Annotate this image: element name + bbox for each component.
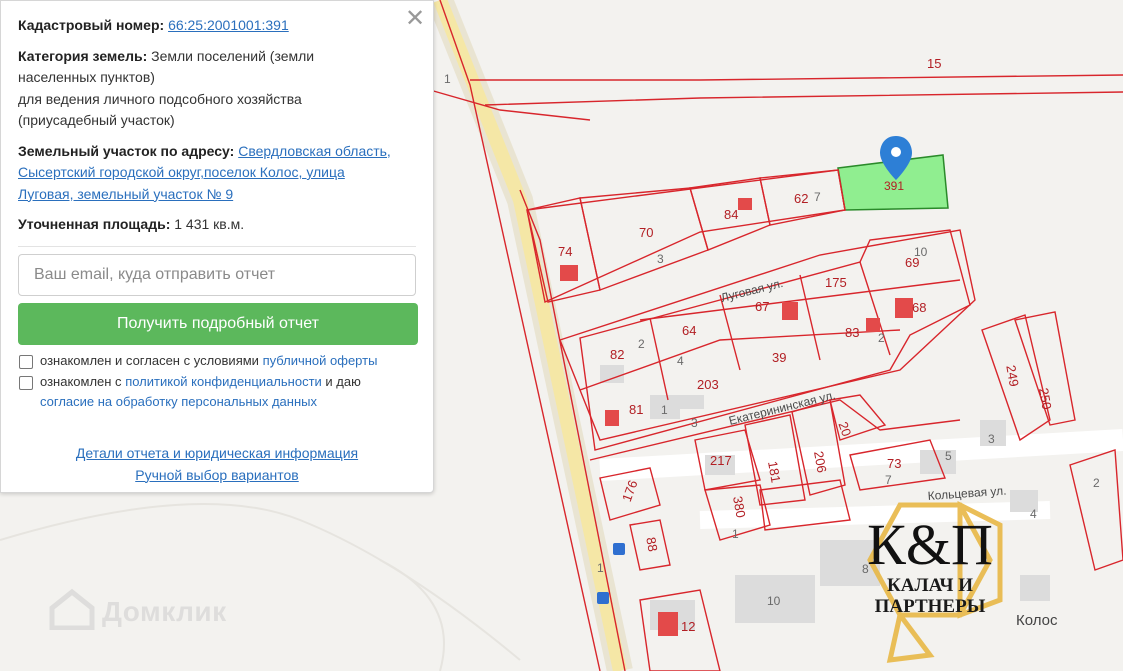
cadastral-row: Кадастровый номер: 66:25:2001001:391 [18, 15, 416, 37]
village-label: Колос [1016, 612, 1058, 629]
category-label: Категория земель: [18, 47, 148, 64]
info-panel: ✕ Кадастровый номер: 66:25:2001001:391 К… [0, 0, 434, 493]
manual-selection-link[interactable]: Ручной выбор вариантов [135, 467, 299, 483]
category-value-3: для ведения личного подсобного хозяйства [18, 90, 302, 107]
area-value: 1 431 кв.м. [174, 216, 245, 232]
category-row: Категория земель: Земли поселений (земли… [18, 46, 416, 132]
plot-label-10: 10 [914, 245, 928, 259]
panel-links: Детали отчета и юридическая информация Р… [18, 442, 416, 486]
plot-label-2b: 2 [638, 337, 645, 351]
plot-label-2c: 2 [1093, 476, 1100, 490]
plot-label-203: 203 [697, 377, 719, 392]
plot-label-10b: 10 [767, 594, 781, 608]
plot-label-181: 181 [765, 460, 784, 484]
street-label-lugovaya: Луговая ул. [719, 276, 784, 305]
logo-monogram: К&П [867, 512, 993, 577]
plot-label-39: 39 [772, 350, 786, 365]
street-label-koltsevaya: Кольцевая ул. [927, 484, 1007, 503]
personal-data-consent-link[interactable]: согласие на обработку персональных данны… [40, 394, 317, 409]
plot-label-3b: 3 [691, 416, 698, 430]
plot-label-68: 68 [912, 300, 926, 315]
plot-label-7: 7 [814, 190, 821, 204]
address-link-2[interactable]: Сысертский городской округ,поселок Колос… [18, 164, 345, 180]
plot-label-7b: 7 [885, 473, 892, 487]
consent-offer-checkbox[interactable] [19, 354, 33, 369]
plot-label-62: 62 [794, 191, 808, 206]
category-value-4: (приусадебный участок) [18, 112, 175, 128]
privacy-policy-link[interactable]: политикой конфиденциальности [125, 374, 322, 389]
address-link-1[interactable]: Свердловская область, [238, 143, 391, 159]
plot-label-15: 15 [927, 56, 941, 71]
logo-line-2: ПАРТНЕРЫ [874, 596, 986, 617]
bus-stop-icon[interactable] [597, 592, 609, 604]
area-row: Уточненная площадь: 1 431 кв.м. [18, 214, 416, 236]
plot-label-1d: 1 [597, 561, 604, 575]
plot-label-3c: 3 [988, 432, 995, 446]
consent-offer[interactable]: ознакомлен и согласен с условиями публич… [18, 351, 416, 371]
plot-label-3: 3 [657, 252, 664, 266]
domclick-watermark: Домклик [48, 588, 227, 635]
plot-label-88: 88 [643, 536, 660, 553]
street-label-ekaterininskaya: Екатерининская ул. [727, 388, 837, 428]
close-icon[interactable]: ✕ [405, 7, 425, 31]
watermark-text: Домклик [102, 595, 227, 627]
plot-label-83: 83 [845, 325, 859, 340]
cadastral-number-link[interactable]: 66:25:2001001:391 [168, 17, 289, 33]
consent-privacy[interactable]: ознакомлен с политикой конфиденциальност… [18, 372, 416, 412]
consent-offer-text: ознакомлен и согласен с условиями публич… [40, 352, 378, 368]
plot-label-84: 84 [724, 207, 738, 222]
plot-label-67: 67 [755, 299, 769, 314]
plot-label-250: 250 [1036, 387, 1055, 411]
plot-label-64: 64 [682, 323, 696, 338]
plot-label-12: 12 [681, 619, 695, 634]
plot-label-74: 74 [558, 244, 572, 259]
offer-link[interactable]: публичной оферты [263, 353, 378, 368]
plot-label-206: 206 [811, 450, 830, 474]
category-value-1: Земли поселений (земли [151, 47, 315, 64]
plot-label-73: 73 [887, 456, 901, 471]
email-input[interactable] [18, 253, 416, 296]
logo-line-1: КАЛАЧ И [887, 575, 973, 596]
plot-label-4: 4 [677, 354, 684, 368]
plot-label-81: 81 [629, 402, 643, 417]
report-details-link[interactable]: Детали отчета и юридическая информация [76, 445, 358, 461]
plot-label-5: 5 [945, 449, 952, 463]
category-value-2: населенных пунктов) [18, 69, 155, 85]
plot-label-1b: 1 [732, 527, 739, 541]
consent-privacy-checkbox[interactable] [19, 375, 33, 390]
cadastral-label: Кадастровый номер: [18, 17, 165, 33]
address-link-3[interactable]: Луговая, земельный участок № 9 [18, 186, 233, 202]
plot-label-70: 70 [639, 225, 653, 240]
plot-label-1c: 1 [444, 72, 451, 86]
logo-text: КАЛАЧ И ПАРТНЕРЫ [863, 575, 997, 617]
plot-label-2a: 2 [878, 331, 885, 345]
plot-label-391: 391 [884, 179, 904, 193]
plot-label-217: 217 [710, 453, 732, 468]
plot-label-4b: 4 [1030, 507, 1037, 521]
plot-label-1: 1 [661, 403, 668, 417]
bus-stop-icon[interactable] [613, 543, 625, 555]
plot-label-176: 176 [619, 478, 641, 504]
plot-label-249: 249 [1003, 364, 1022, 388]
consent-privacy-text: ознакомлен с политикой конфиденциальност… [40, 373, 361, 409]
house-icon [48, 588, 96, 635]
address-label: Земельный участок по адресу: [18, 142, 235, 159]
get-report-button[interactable]: Получить подробный отчет [18, 302, 418, 345]
plot-label-175: 175 [825, 275, 847, 290]
plot-label-82: 82 [610, 347, 624, 362]
divider [18, 245, 416, 247]
area-label: Уточненная площадь: [18, 216, 171, 232]
address-row: Земельный участок по адресу: Свердловска… [18, 141, 416, 206]
